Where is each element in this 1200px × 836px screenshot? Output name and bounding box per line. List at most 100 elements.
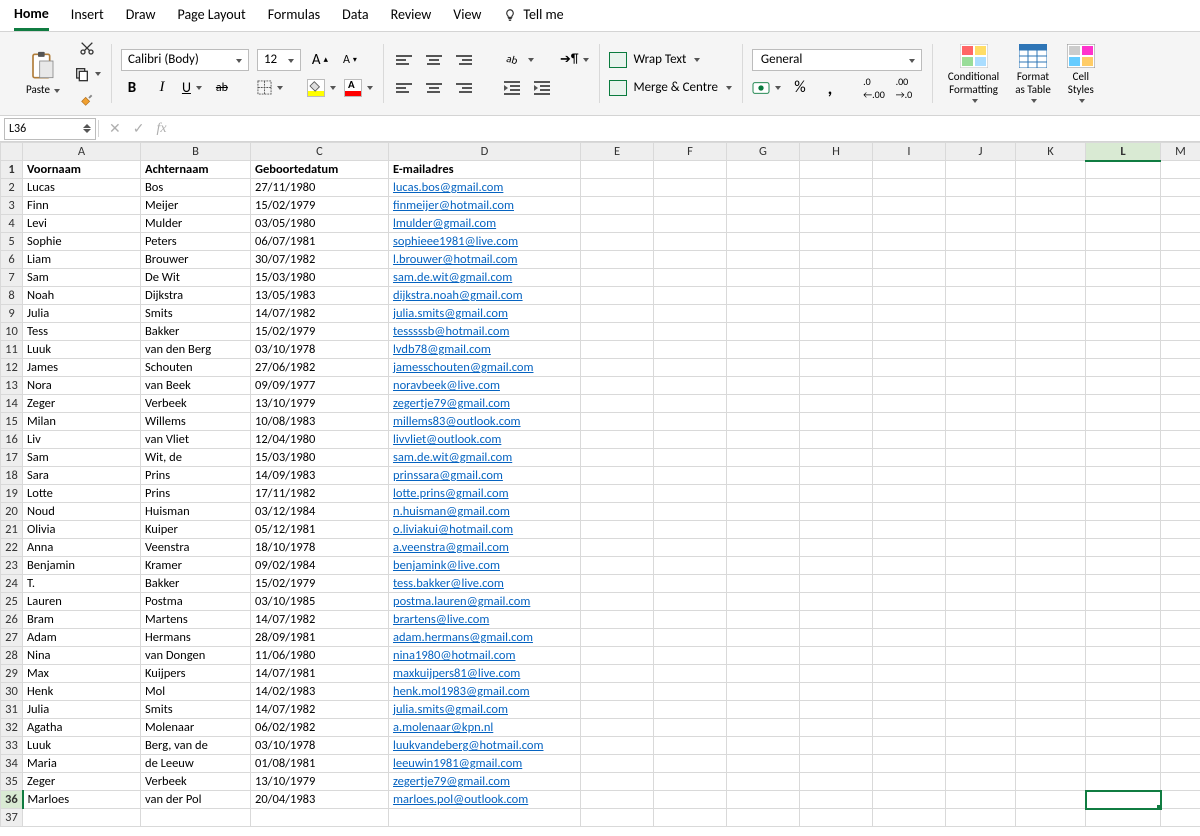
cell[interactable]	[581, 323, 654, 341]
cell[interactable]	[1086, 647, 1161, 665]
cell[interactable]: 15/03/1980	[251, 269, 389, 287]
cell[interactable]	[1086, 611, 1161, 629]
cell[interactable]: lmulder@gmail.com	[389, 215, 581, 233]
cell[interactable]	[1161, 611, 1200, 629]
cell[interactable]	[1016, 449, 1086, 467]
row-header[interactable]: 8	[1, 287, 23, 305]
column-header[interactable]: M	[1161, 143, 1200, 161]
cell[interactable]	[1161, 647, 1200, 665]
cell[interactable]	[727, 431, 800, 449]
cell[interactable]: Smits	[141, 305, 251, 323]
bold-button[interactable]: B	[121, 77, 143, 99]
cell[interactable]: Huisman	[141, 503, 251, 521]
cell[interactable]	[873, 683, 946, 701]
font-size-select[interactable]: 12	[257, 49, 301, 71]
cell[interactable]	[654, 773, 727, 791]
cell[interactable]	[873, 179, 946, 197]
cell[interactable]	[654, 359, 727, 377]
cell[interactable]	[654, 629, 727, 647]
cell[interactable]	[1086, 305, 1161, 323]
cell[interactable]: lucas.bos@gmail.com	[389, 179, 581, 197]
cell[interactable]	[800, 611, 873, 629]
cell[interactable]	[946, 791, 1016, 809]
email-link[interactable]: zegertje79@gmail.com	[393, 396, 510, 411]
tab-home[interactable]: Home	[14, 1, 49, 31]
cell[interactable]	[800, 233, 873, 251]
cell[interactable]	[581, 413, 654, 431]
cell[interactable]: lvdb78@gmail.com	[389, 341, 581, 359]
cell[interactable]	[1016, 611, 1086, 629]
cell[interactable]	[654, 395, 727, 413]
cell[interactable]	[946, 737, 1016, 755]
cell[interactable]	[1161, 305, 1200, 323]
cell[interactable]	[727, 251, 800, 269]
cell[interactable]	[727, 557, 800, 575]
cell[interactable]	[1086, 791, 1161, 809]
cell[interactable]: Julia	[23, 305, 141, 323]
cell[interactable]	[1161, 557, 1200, 575]
row-header[interactable]: 5	[1, 233, 23, 251]
cell[interactable]	[654, 737, 727, 755]
cell[interactable]: 12/04/1980	[251, 431, 389, 449]
row-header[interactable]: 3	[1, 197, 23, 215]
cell[interactable]	[1016, 539, 1086, 557]
cell[interactable]: o.liviakui@hotmail.com	[389, 521, 581, 539]
email-link[interactable]: zegertje79@gmail.com	[393, 774, 510, 789]
cell[interactable]: sam.de.wit@gmail.com	[389, 269, 581, 287]
cell[interactable]	[800, 323, 873, 341]
cell[interactable]	[1161, 431, 1200, 449]
cell[interactable]	[946, 611, 1016, 629]
row-header[interactable]: 33	[1, 737, 23, 755]
cell[interactable]	[581, 251, 654, 269]
cell[interactable]: brartens@live.com	[389, 611, 581, 629]
cell[interactable]	[946, 305, 1016, 323]
cell[interactable]: van Beek	[141, 377, 251, 395]
email-link[interactable]: postma.lauren@gmail.com	[393, 594, 530, 609]
email-link[interactable]: benjamink@live.com	[393, 558, 500, 573]
cell[interactable]	[873, 377, 946, 395]
cell[interactable]: 14/07/1982	[251, 305, 389, 323]
cell[interactable]	[1161, 521, 1200, 539]
cell[interactable]	[727, 809, 800, 827]
cell[interactable]	[581, 269, 654, 287]
cell[interactable]: Noud	[23, 503, 141, 521]
cell[interactable]: Kramer	[141, 557, 251, 575]
cell[interactable]	[800, 287, 873, 305]
cell[interactable]	[873, 593, 946, 611]
row-header[interactable]: 24	[1, 575, 23, 593]
cell[interactable]	[800, 431, 873, 449]
cell[interactable]	[1161, 665, 1200, 683]
cell[interactable]	[800, 647, 873, 665]
cell[interactable]	[800, 593, 873, 611]
cell[interactable]	[727, 215, 800, 233]
cell[interactable]: de Leeuw	[141, 755, 251, 773]
cell[interactable]: 13/10/1979	[251, 773, 389, 791]
cell[interactable]	[727, 755, 800, 773]
cell[interactable]	[873, 701, 946, 719]
cell[interactable]	[873, 341, 946, 359]
cell[interactable]: dijkstra.noah@gmail.com	[389, 287, 581, 305]
cell[interactable]	[800, 485, 873, 503]
cell[interactable]	[946, 161, 1016, 179]
cell[interactable]	[727, 377, 800, 395]
cell[interactable]: 27/06/1982	[251, 359, 389, 377]
cell[interactable]	[1086, 215, 1161, 233]
cell[interactable]	[1161, 755, 1200, 773]
cell[interactable]	[654, 755, 727, 773]
cell[interactable]	[727, 575, 800, 593]
cell[interactable]: sam.de.wit@gmail.com	[389, 449, 581, 467]
cell[interactable]	[1161, 773, 1200, 791]
cell[interactable]	[727, 485, 800, 503]
cell[interactable]: Sam	[23, 269, 141, 287]
spreadsheet-grid[interactable]: ABCDEFGHIJKLM1VoornaamAchternaamGeboorte…	[0, 142, 1200, 827]
cell[interactable]	[1161, 251, 1200, 269]
cell[interactable]: Luuk	[23, 737, 141, 755]
column-header[interactable]: D	[389, 143, 581, 161]
email-link[interactable]: marloes.pol@outlook.com	[393, 792, 528, 807]
cell[interactable]	[800, 413, 873, 431]
cell[interactable]: Bos	[141, 179, 251, 197]
cell[interactable]	[727, 593, 800, 611]
cell[interactable]	[946, 809, 1016, 827]
cell[interactable]	[946, 557, 1016, 575]
cell[interactable]	[946, 629, 1016, 647]
